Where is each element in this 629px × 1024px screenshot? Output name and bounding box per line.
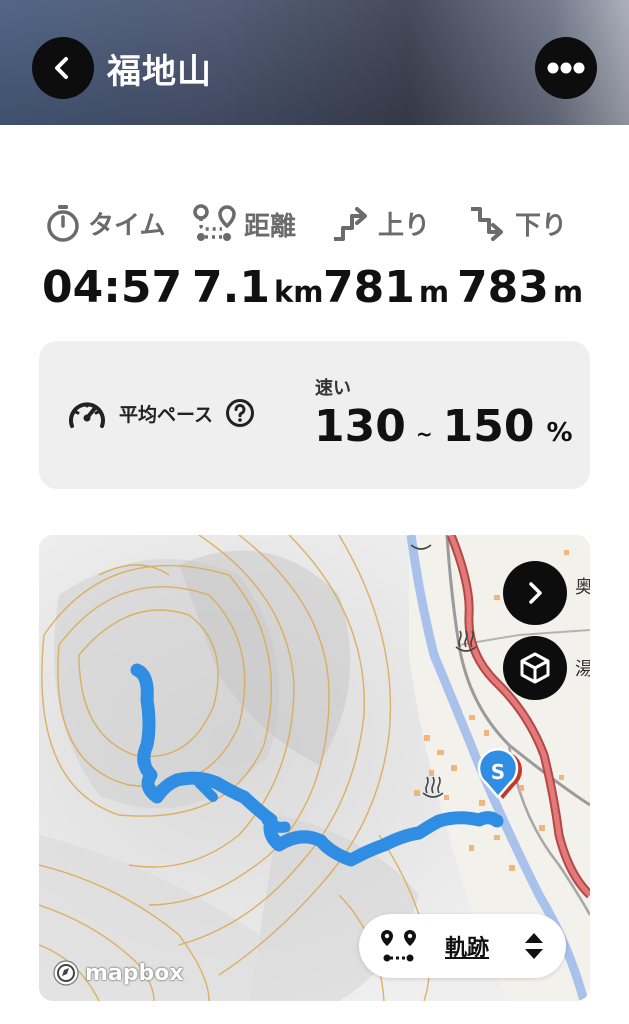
stats-values-row: 04:57 7.1 km 781 m 783 m	[0, 262, 629, 318]
more-button[interactable]	[535, 37, 597, 99]
pace-min: 130	[314, 401, 406, 452]
poi-label-1: 湯	[575, 659, 590, 680]
distance-label: 距離	[244, 211, 297, 242]
distance-unit: km	[273, 275, 324, 309]
page-title: 福地山	[107, 52, 212, 92]
descent-label: 下り	[515, 210, 568, 241]
chevron-left-icon	[55, 57, 68, 79]
route-icon	[381, 930, 416, 962]
ascent-unit: m	[418, 275, 450, 309]
back-button[interactable]	[32, 37, 94, 99]
descent-unit: m	[552, 275, 584, 309]
pace-max: 150	[442, 401, 535, 452]
poi-label-0: 奥	[575, 577, 590, 598]
stats-labels-row: タイム 距離 上り 下り	[0, 203, 629, 247]
pace-tilde: ~	[415, 422, 433, 446]
descent-stat-label: 下り	[467, 203, 567, 243]
pace-label: 平均ペース	[119, 403, 214, 426]
start-marker-label: S	[491, 760, 505, 784]
distance-value-group: 7.1 km	[192, 262, 323, 313]
pace-unit: %	[546, 418, 573, 448]
mapbox-logo-icon	[53, 960, 79, 986]
time-label: タイム	[88, 210, 166, 241]
more-dots-icon	[547, 62, 585, 74]
up-down-arrows-icon	[525, 933, 543, 959]
pace-range: 130 ~150%	[314, 401, 573, 452]
ascent-value-group: 781 m	[323, 262, 449, 313]
mapbox-attribution[interactable]: mapbox	[51, 958, 184, 988]
descent-value-group: 783 m	[457, 262, 583, 313]
distance-stat-label: 距離	[192, 203, 296, 245]
map-next-button[interactable]	[503, 561, 567, 625]
route-icon	[193, 204, 236, 241]
stopwatch-icon	[47, 205, 79, 242]
average-pace-card: 平均ペース 速い 130 ~150%	[39, 341, 590, 489]
question-circle-icon[interactable]	[225, 398, 255, 428]
mapbox-wordmark: mapbox	[85, 960, 184, 986]
time-value: 04:57	[42, 262, 183, 313]
descent-value: 783	[457, 262, 549, 313]
time-stat-label: タイム	[44, 203, 165, 243]
speedometer-icon	[69, 402, 105, 428]
map-3d-button[interactable]	[503, 636, 567, 700]
ascent-stat-label: 上り	[330, 203, 430, 243]
track-mode-label: 軌跡	[445, 936, 490, 961]
distance-value: 7.1	[192, 262, 270, 313]
route-map[interactable]: 奥 湯 S mapbox 軌跡	[39, 535, 590, 1001]
track-mode-selector[interactable]: 軌跡	[359, 914, 566, 978]
ascent-value: 781	[323, 262, 415, 313]
speed-tag: 速い	[315, 378, 351, 399]
descent-icon	[471, 207, 503, 241]
chevron-right-icon	[529, 582, 542, 604]
ascent-label: 上り	[378, 210, 431, 241]
pace-label-group: 平均ペース	[67, 396, 255, 430]
ascent-icon	[334, 207, 367, 241]
cube-icon	[520, 652, 550, 684]
